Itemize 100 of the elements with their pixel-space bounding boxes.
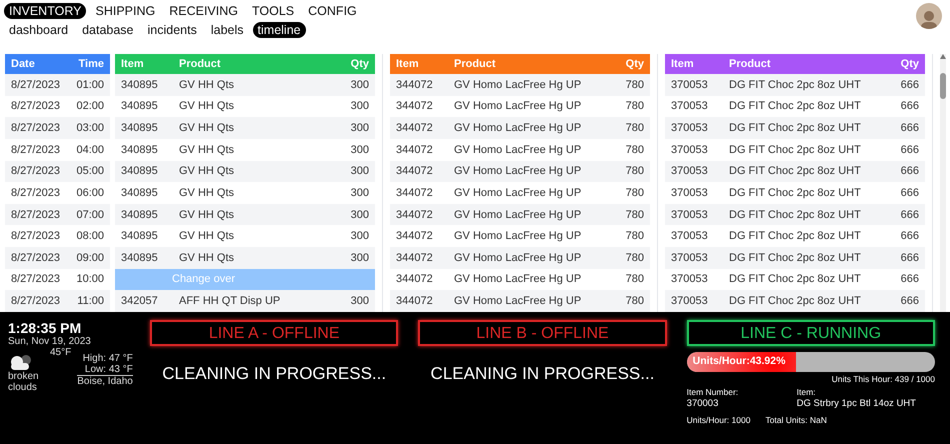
table-cell: 780 (614, 74, 650, 96)
sub-nav-tab[interactable]: database (77, 22, 139, 38)
table-cell: 780 (614, 138, 650, 160)
table-cell: 300 (339, 225, 375, 247)
table-cell: DG FIT Choc 2pc 8oz UHT (723, 268, 889, 290)
table-cell: 780 (614, 247, 650, 269)
column-header: Qty (614, 54, 650, 74)
table-cell: 8/27/2023 (5, 117, 58, 139)
table-cell: 780 (614, 204, 650, 226)
table-cell: 666 (889, 204, 925, 226)
table-cell: 342057 (115, 290, 173, 312)
table-cell: 666 (889, 160, 925, 182)
column-header: Qty (889, 54, 925, 74)
table-cell: 344072 (390, 247, 448, 269)
table-cell: 370053 (665, 247, 723, 269)
scrollbar[interactable] (940, 54, 946, 312)
units-per-hour: Units/Hour: 1000 (686, 415, 750, 425)
table-cell: 300 (339, 182, 375, 204)
table-cell: 300 (339, 117, 375, 139)
table-cell: 780 (614, 182, 650, 204)
weather-condition: broken clouds (8, 371, 40, 393)
table-cell: 370053 (665, 204, 723, 226)
scroll-thumb[interactable] (940, 73, 946, 99)
table-cell: 8/27/2023 (5, 204, 58, 226)
table-cell: GV HH Qts (173, 247, 339, 269)
table-cell: 340895 (115, 96, 173, 118)
table-cell: 780 (614, 290, 650, 312)
location-text: Boise, Idaho (77, 376, 133, 387)
nav-tab[interactable]: TOOLS (247, 3, 300, 19)
table-cell: 344072 (390, 74, 448, 96)
column-header: Item (390, 54, 448, 74)
table-cell: GV Homo LacFree Hg UP (448, 117, 614, 139)
table-cell: 8/27/2023 (5, 225, 58, 247)
table-cell: 340895 (115, 247, 173, 269)
table-cell: 666 (889, 225, 925, 247)
column-header: Product (723, 54, 889, 74)
table-cell: GV HH Qts (173, 96, 339, 118)
table-cell: 300 (339, 204, 375, 226)
table-cell: 344072 (390, 204, 448, 226)
units-this-hour: Units This Hour: 439 / 1000 (830, 374, 935, 384)
table-cell: DG FIT Choc 2pc 8oz UHT (723, 204, 889, 226)
table-cell: GV Homo LacFree Hg UP (448, 96, 614, 118)
table-cell: 340895 (115, 74, 173, 96)
sub-nav-tab[interactable]: dashboard (4, 22, 74, 38)
table-cell: DG FIT Choc 2pc 8oz UHT (723, 74, 889, 96)
line-status-title: LINE C - RUNNING (686, 320, 935, 346)
line-status-title: LINE B - OFFLINE (418, 320, 667, 346)
item-number-value: 370003 (686, 397, 720, 411)
table-cell: 340895 (115, 160, 173, 182)
table-cell: DG FIT Choc 2pc 8oz UHT (723, 247, 889, 269)
scroll-up-icon[interactable] (940, 54, 946, 59)
table-cell: 340895 (115, 225, 173, 247)
table-cell: DG FIT Choc 2pc 8oz UHT (723, 182, 889, 204)
table-cell: 780 (614, 268, 650, 290)
cloud-icon (8, 353, 34, 371)
nav-tab[interactable]: RECEIVING (164, 3, 243, 19)
table-cell: 344072 (390, 117, 448, 139)
nav-tab[interactable]: INVENTORY (4, 3, 86, 19)
user-avatar[interactable] (916, 3, 942, 29)
table-cell: GV HH Qts (173, 138, 339, 160)
status-message: CLEANING IN PROGRESS... (161, 364, 388, 384)
column-header: Date (5, 54, 58, 74)
nav-tab[interactable]: CONFIG (303, 3, 362, 19)
column-header: Time (58, 54, 110, 74)
table-cell: 300 (339, 74, 375, 96)
table-cell: 344072 (390, 160, 448, 182)
table-cell: GV Homo LacFree Hg UP (448, 138, 614, 160)
table-cell: DG FIT Choc 2pc 8oz UHT (723, 117, 889, 139)
column-header: Item (115, 54, 173, 74)
table-cell: GV HH Qts (173, 160, 339, 182)
total-units: Total Units: NaN (765, 415, 827, 425)
table-cell: 340895 (115, 138, 173, 160)
table-cell: 370053 (665, 182, 723, 204)
table-cell: 666 (889, 268, 925, 290)
table-cell: DG FIT Choc 2pc 8oz UHT (723, 96, 889, 118)
table-cell: 8/27/2023 (5, 247, 58, 269)
table-cell: 344072 (390, 182, 448, 204)
table-cell: 8/27/2023 (5, 138, 58, 160)
clock-time: 1:28:35 PM (8, 320, 82, 336)
table-cell: 8/27/2023 (5, 160, 58, 182)
table-cell: GV Homo LacFree Hg UP (448, 182, 614, 204)
low-temperature: Low: 43 °F (84, 364, 133, 375)
table-cell: GV HH Qts (173, 204, 339, 226)
table-cell: GV Homo LacFree Hg UP (448, 225, 614, 247)
table-cell: 8/27/2023 (5, 96, 58, 118)
sub-nav-tab[interactable]: incidents (142, 22, 202, 38)
table-cell: GV HH Qts (173, 117, 339, 139)
table-cell: 8/27/2023 (5, 268, 58, 290)
item-number-label: Item Number: (686, 387, 740, 397)
table-cell: 300 (339, 247, 375, 269)
sub-nav-tab[interactable]: timeline (252, 22, 306, 38)
table-cell: 300 (339, 96, 375, 118)
table-cell: DG FIT Choc 2pc 8oz UHT (723, 225, 889, 247)
table-cell: 344072 (390, 96, 448, 118)
nav-tab[interactable]: SHIPPING (90, 3, 160, 19)
table-cell: 780 (614, 225, 650, 247)
sub-nav-tab[interactable]: labels (206, 22, 249, 38)
table-cell: 370053 (665, 74, 723, 96)
item-label: Item: (796, 387, 817, 397)
table-cell: AFF HH QT Disp UP (173, 290, 339, 312)
